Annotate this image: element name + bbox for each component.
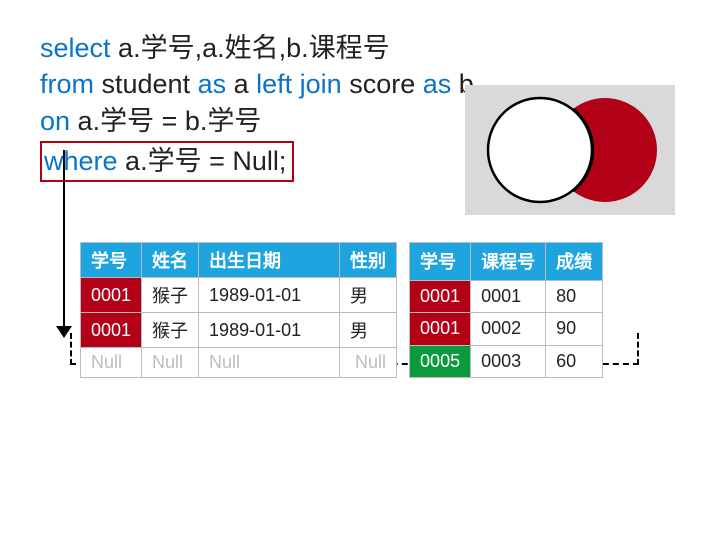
cell-dob: 1989-01-01 bbox=[199, 313, 340, 348]
from-keyword: from bbox=[40, 69, 94, 99]
tables-container: 学号 姓名 出生日期 性别 0001 猴子 1989-01-01 男 0001 … bbox=[80, 242, 603, 378]
cell-id: 0001 bbox=[410, 313, 471, 345]
where-condition: a.学号 = Null; bbox=[118, 146, 287, 176]
table-header-row: 学号 姓名 出生日期 性别 bbox=[81, 243, 397, 278]
where-clause-box: where a.学号 = Null; bbox=[40, 141, 294, 181]
alias-a: a bbox=[226, 69, 256, 99]
table-row: 0001 0002 90 bbox=[410, 313, 603, 345]
col-header: 性别 bbox=[340, 243, 397, 278]
cell-score: 60 bbox=[546, 345, 603, 377]
table-row: 0001 0001 80 bbox=[410, 280, 603, 312]
student-table: 学号 姓名 出生日期 性别 0001 猴子 1989-01-01 男 0001 … bbox=[80, 242, 397, 378]
col-header: 学号 bbox=[81, 243, 142, 278]
table-row: 0001 猴子 1989-01-01 男 bbox=[81, 313, 397, 348]
where-keyword: where bbox=[44, 146, 118, 176]
cell-score: 80 bbox=[546, 280, 603, 312]
cell-id: 0005 bbox=[410, 345, 471, 377]
as-keyword-2: as bbox=[423, 69, 452, 99]
cell-null: Null bbox=[142, 348, 199, 378]
col-header: 学号 bbox=[410, 243, 471, 281]
col-header: 出生日期 bbox=[199, 243, 340, 278]
cell-course: 0003 bbox=[471, 345, 546, 377]
venn-diagram bbox=[465, 85, 675, 215]
join-table: score bbox=[342, 69, 423, 99]
null-row: Null Null Null Null bbox=[81, 348, 397, 378]
from-table: student bbox=[94, 69, 198, 99]
cell-name: 猴子 bbox=[142, 313, 199, 348]
arrow-line bbox=[63, 150, 65, 330]
col-header: 成绩 bbox=[546, 243, 603, 281]
cell-sex: 男 bbox=[340, 313, 397, 348]
cell-null: Null bbox=[81, 348, 142, 378]
col-header: 课程号 bbox=[471, 243, 546, 281]
table-row: 0001 猴子 1989-01-01 男 bbox=[81, 278, 397, 313]
cell-course: 0002 bbox=[471, 313, 546, 345]
as-keyword-1: as bbox=[198, 69, 227, 99]
cell-id: 0001 bbox=[81, 313, 142, 348]
cell-sex: 男 bbox=[340, 278, 397, 313]
cell-null: Null bbox=[199, 348, 340, 378]
cell-id: 0001 bbox=[410, 280, 471, 312]
select-columns: a.学号,a.姓名,b.课程号 bbox=[111, 33, 390, 63]
cell-null: Null bbox=[340, 348, 397, 378]
cell-score: 90 bbox=[546, 313, 603, 345]
cell-dob: 1989-01-01 bbox=[199, 278, 340, 313]
left-join-keyword: left join bbox=[256, 69, 342, 99]
on-condition: a.学号 = b.学号 bbox=[70, 106, 261, 136]
table-row: 0005 0003 60 bbox=[410, 345, 603, 377]
cell-course: 0001 bbox=[471, 280, 546, 312]
cell-id: 0001 bbox=[81, 278, 142, 313]
table-header-row: 学号 课程号 成绩 bbox=[410, 243, 603, 281]
score-table: 学号 课程号 成绩 0001 0001 80 0001 0002 90 0005… bbox=[409, 242, 603, 378]
on-keyword: on bbox=[40, 106, 70, 136]
cell-name: 猴子 bbox=[142, 278, 199, 313]
col-header: 姓名 bbox=[142, 243, 199, 278]
select-keyword: select bbox=[40, 33, 111, 63]
